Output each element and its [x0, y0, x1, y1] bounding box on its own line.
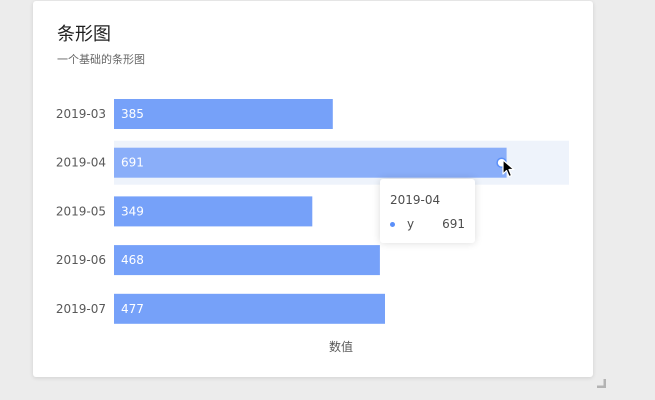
value-label: 477	[121, 302, 144, 316]
tooltip-series-name: y	[407, 217, 415, 231]
chart-tooltip: 2019-04 y 691	[380, 179, 475, 243]
bar-2019-04[interactable]	[114, 147, 507, 178]
tooltip-series-marker	[390, 222, 395, 227]
bar-2019-06[interactable]	[114, 245, 380, 276]
category-label: 2019-06	[56, 253, 106, 267]
arrow-cursor-icon	[502, 159, 515, 178]
value-label: 349	[121, 204, 144, 218]
value-label: 468	[121, 253, 144, 267]
bar-2019-07[interactable]	[114, 293, 385, 324]
bar-2019-03[interactable]	[114, 99, 333, 129]
resize-corner-icon[interactable]	[597, 379, 607, 389]
category-label: 2019-05	[56, 204, 106, 218]
category-label: 2019-03	[56, 107, 106, 121]
chart-card: 条形图 一个基础的条形图 2019-03 2019-04 2019-05 2019-0…	[33, 1, 593, 377]
tooltip-title: 2019-04	[390, 193, 441, 207]
value-label: 691	[121, 156, 144, 170]
value-label: 385	[121, 107, 144, 121]
tooltip-series-value: 691	[442, 217, 465, 231]
category-label: 2019-07	[56, 302, 106, 316]
category-label: 2019-04	[56, 156, 106, 170]
bar-chart[interactable]: 2019-03 2019-04 2019-05 2019-06 2019-07 385 6…	[33, 1, 593, 377]
x-axis-title: 数值	[329, 339, 353, 354]
